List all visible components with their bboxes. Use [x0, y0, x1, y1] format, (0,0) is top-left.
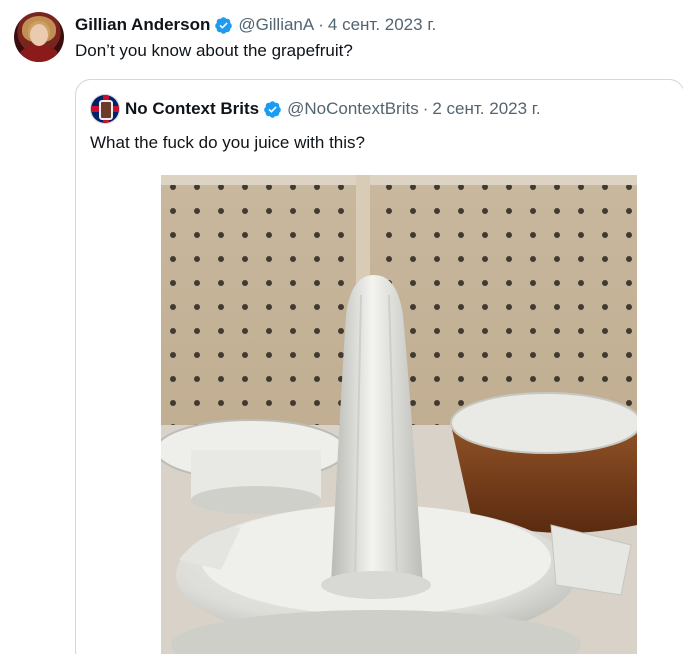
verified-badge-icon [215, 16, 233, 34]
tweet-date[interactable]: 4 сент. 2023 г. [328, 15, 436, 35]
tweet-text: Don’t you know about the grapefruit? [75, 41, 353, 60]
author-name[interactable]: Gillian Anderson [75, 15, 210, 35]
tweet: Gillian Anderson @GillianA · 4 сент. 202… [0, 0, 683, 654]
separator-dot: · [318, 15, 324, 34]
author-avatar[interactable] [14, 12, 64, 62]
quoted-tweet[interactable]: No Context Brits @NoContextBrits · 2 сен… [75, 79, 683, 654]
tweet-header: Gillian Anderson @GillianA · 4 сент. 202… [75, 14, 436, 36]
quoted-author-name[interactable]: No Context Brits [125, 99, 259, 119]
quoted-tweet-header: No Context Brits @NoContextBrits · 2 сен… [90, 94, 541, 124]
quoted-tweet-photo[interactable] [161, 175, 637, 654]
quoted-tweet-date[interactable]: 2 сент. 2023 г. [432, 99, 540, 119]
author-handle[interactable]: @GillianA [238, 15, 314, 35]
separator-dot: · [422, 99, 429, 118]
quoted-author-handle[interactable]: @NoContextBrits [287, 99, 419, 119]
verified-badge-icon [264, 100, 281, 118]
quoted-tweet-text: What the fuck do you juice with this? [90, 133, 365, 152]
quoted-author-avatar[interactable] [90, 94, 120, 124]
